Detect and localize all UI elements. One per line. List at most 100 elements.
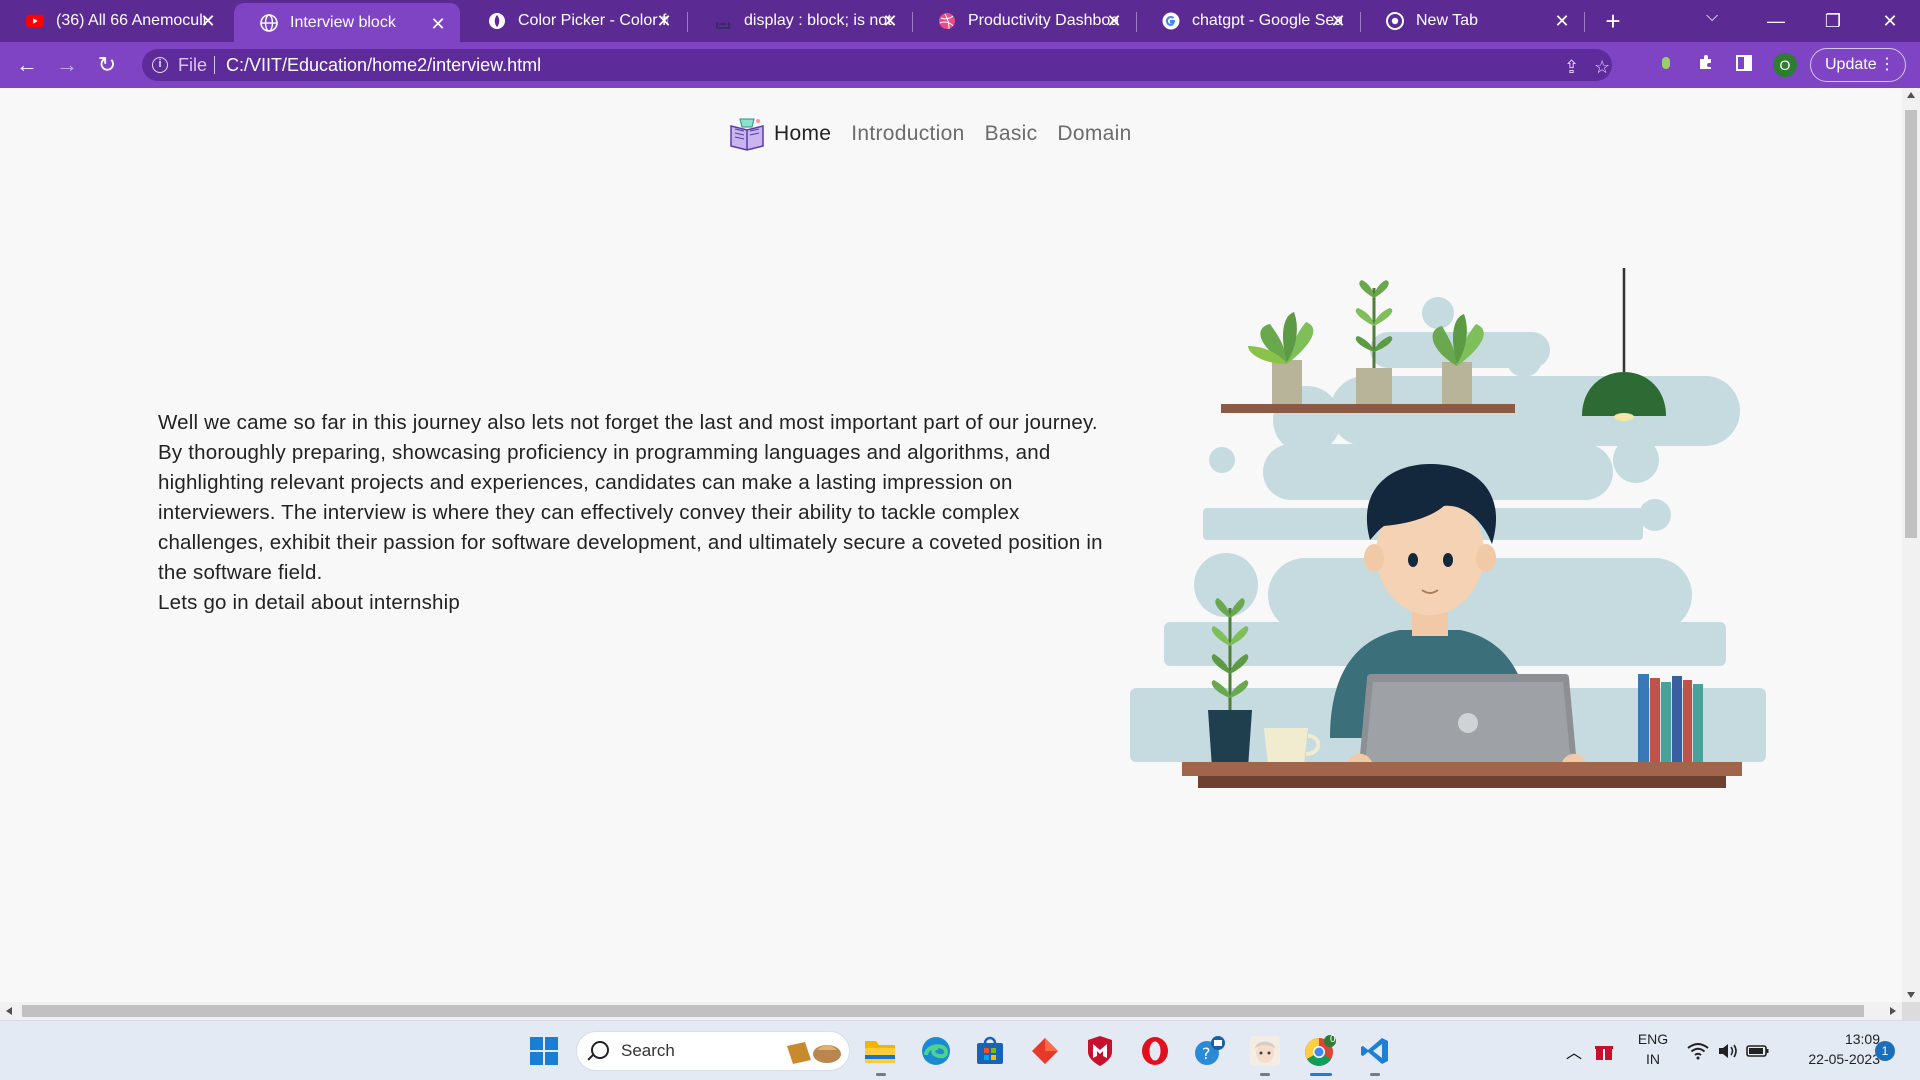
wifi-icon[interactable] (1686, 1033, 1710, 1069)
forward-button[interactable]: → (52, 50, 82, 80)
nav-introduction-link[interactable]: Introduction (851, 122, 964, 146)
nav-domain-link[interactable]: Domain (1057, 122, 1131, 146)
more-menu-icon[interactable]: ⋮ (1879, 49, 1895, 80)
scrollbar-corner (1902, 1002, 1920, 1020)
active-app-indicator (1310, 1073, 1332, 1076)
tab-productivity-dashboard[interactable]: Productivity Dashboar ✕ (912, 0, 1136, 42)
url-scheme-label: File (178, 55, 208, 75)
page-viewport: Home Introduction Basic Domain Well we c… (0, 88, 1902, 1002)
running-indicator (1260, 1073, 1270, 1076)
close-icon[interactable]: ✕ (198, 11, 218, 31)
intro-text-block: Well we came so far in this journey also… (158, 408, 1108, 618)
address-bar[interactable]: i File C:/VIIT/Education/home2/interview… (142, 49, 1612, 81)
horizontal-scroll-thumb[interactable] (22, 1005, 1864, 1017)
svg-text:?: ? (1202, 1044, 1211, 1063)
clock-time[interactable]: 13:09 (1780, 1031, 1880, 1047)
search-icon (591, 1041, 609, 1059)
tab-title: Color Picker - Color fr (518, 12, 668, 29)
chrome-taskbar-icon[interactable]: 0 (1302, 1033, 1338, 1069)
update-button[interactable]: Update ⋮ (1810, 48, 1906, 82)
windows-taskbar: Search ? 0 ︿ ENG IN 13:09 22-05-2023 1 (0, 1020, 1920, 1080)
tab-separator (1584, 12, 1585, 32)
tab-youtube[interactable]: (36) All 66 Anemoculu ✕ (0, 0, 230, 42)
language-indicator-line1[interactable]: ENG (1636, 1031, 1670, 1047)
new-tab-button[interactable]: + (1598, 6, 1628, 36)
battery-icon[interactable] (1746, 1033, 1770, 1069)
edge-browser-icon[interactable] (918, 1033, 954, 1069)
browser-toolbar: ← → ↻ i File C:/VIIT/Education/home2/int… (0, 42, 1920, 88)
tab-interview-block[interactable]: Interview block ✕ (234, 3, 460, 42)
close-icon[interactable]: ✕ (880, 11, 900, 31)
notification-count-badge[interactable]: 1 (1875, 1041, 1895, 1061)
running-indicator (1370, 1073, 1380, 1076)
youtube-icon (26, 12, 44, 30)
chrome-icon (1386, 12, 1404, 30)
microsoft-store-icon[interactable] (972, 1033, 1008, 1069)
diamond-app-icon[interactable] (1027, 1033, 1063, 1069)
close-icon[interactable]: ✕ (1328, 11, 1348, 31)
scroll-down-arrow-icon[interactable] (1907, 992, 1915, 998)
restore-button[interactable]: ❐ (1813, 4, 1853, 38)
running-indicator (876, 1073, 886, 1076)
chrome-profile-badge: 0 (1330, 1034, 1336, 1045)
tab-search-chevron-icon[interactable]: ⌵ (1706, 8, 1718, 26)
extensions-puzzle-icon[interactable] (1692, 51, 1720, 79)
close-icon[interactable]: ✕ (428, 14, 448, 34)
tab-title: (36) All 66 Anemoculu (56, 12, 206, 29)
chat-help-icon[interactable]: ? (1192, 1033, 1228, 1069)
taskbar-search-label: Search (621, 1041, 675, 1060)
close-icon[interactable]: ✕ (654, 11, 674, 31)
tab-title: chatgpt - Google Sear (1192, 12, 1342, 29)
minimize-button[interactable]: — (1756, 4, 1796, 38)
search-highlight-icon (783, 1038, 845, 1071)
share-icon[interactable]: ⇪ (1564, 57, 1579, 78)
profile-avatar[interactable]: O (1773, 53, 1797, 77)
tab-title: Interview block (290, 13, 396, 31)
laptop (1348, 674, 1586, 766)
close-icon[interactable]: ✕ (1552, 11, 1572, 31)
windows-start-icon[interactable] (526, 1033, 562, 1069)
update-label: Update (1825, 56, 1877, 73)
vscode-icon[interactable] (1357, 1033, 1393, 1069)
opera-browser-icon[interactable] (1137, 1033, 1173, 1069)
window-close-button[interactable]: ✕ (1870, 4, 1910, 38)
book-logo-icon[interactable] (728, 116, 766, 152)
tab-google-search[interactable]: chatgpt - Google Sear ✕ (1136, 0, 1360, 42)
side-panel-icon[interactable] (1730, 51, 1758, 79)
developer-illustration (1130, 268, 1780, 798)
reload-button[interactable]: ↻ (92, 50, 122, 80)
anime-avatar-app-icon[interactable] (1247, 1033, 1283, 1069)
close-icon[interactable]: ✕ (1104, 11, 1124, 31)
color-picker-site-icon (488, 12, 506, 30)
extension-dot-icon[interactable] (1652, 51, 1680, 79)
bookmark-star-icon[interactable]: ☆ (1594, 57, 1610, 78)
url-text[interactable]: C:/VIIT/Education/home2/interview.html (226, 55, 541, 76)
file-explorer-icon[interactable] (862, 1033, 898, 1069)
clock-date[interactable]: 22-05-2023 (1780, 1051, 1880, 1067)
tab-color-picker[interactable]: Color Picker - Color fr ✕ (462, 0, 686, 42)
dribbble-icon (938, 12, 956, 30)
vertical-scrollbar[interactable] (1902, 88, 1920, 1002)
nav-basic-link[interactable]: Basic (985, 122, 1038, 146)
gift-tray-icon[interactable] (1592, 1033, 1616, 1069)
scroll-up-arrow-icon[interactable] (1907, 92, 1915, 98)
mcafee-shield-icon[interactable] (1082, 1033, 1118, 1069)
horizontal-scrollbar[interactable] (0, 1002, 1902, 1020)
globe-icon (260, 13, 278, 32)
taskbar-search-box[interactable]: Search (576, 1031, 850, 1071)
back-button[interactable]: ← (12, 50, 42, 80)
google-icon (1162, 12, 1180, 30)
shelf-plant-middle (1355, 280, 1393, 404)
tab-stackoverflow[interactable]: display : block; is not ✕ (688, 0, 912, 42)
volume-icon[interactable] (1716, 1033, 1740, 1069)
scroll-right-arrow-icon[interactable] (1890, 1007, 1896, 1015)
info-icon[interactable]: i (152, 57, 168, 73)
language-indicator-line2[interactable]: IN (1636, 1051, 1670, 1067)
tab-title: Productivity Dashboar (968, 12, 1118, 29)
tab-new-tab[interactable]: New Tab ✕ (1360, 0, 1584, 42)
show-hidden-icons-chevron-icon[interactable]: ︿ (1562, 1033, 1586, 1069)
vertical-scroll-thumb[interactable] (1905, 110, 1917, 538)
site-navigation: Home Introduction Basic Domain (728, 116, 1152, 152)
nav-home-link[interactable]: Home (774, 122, 831, 146)
scroll-left-arrow-icon[interactable] (6, 1007, 12, 1015)
